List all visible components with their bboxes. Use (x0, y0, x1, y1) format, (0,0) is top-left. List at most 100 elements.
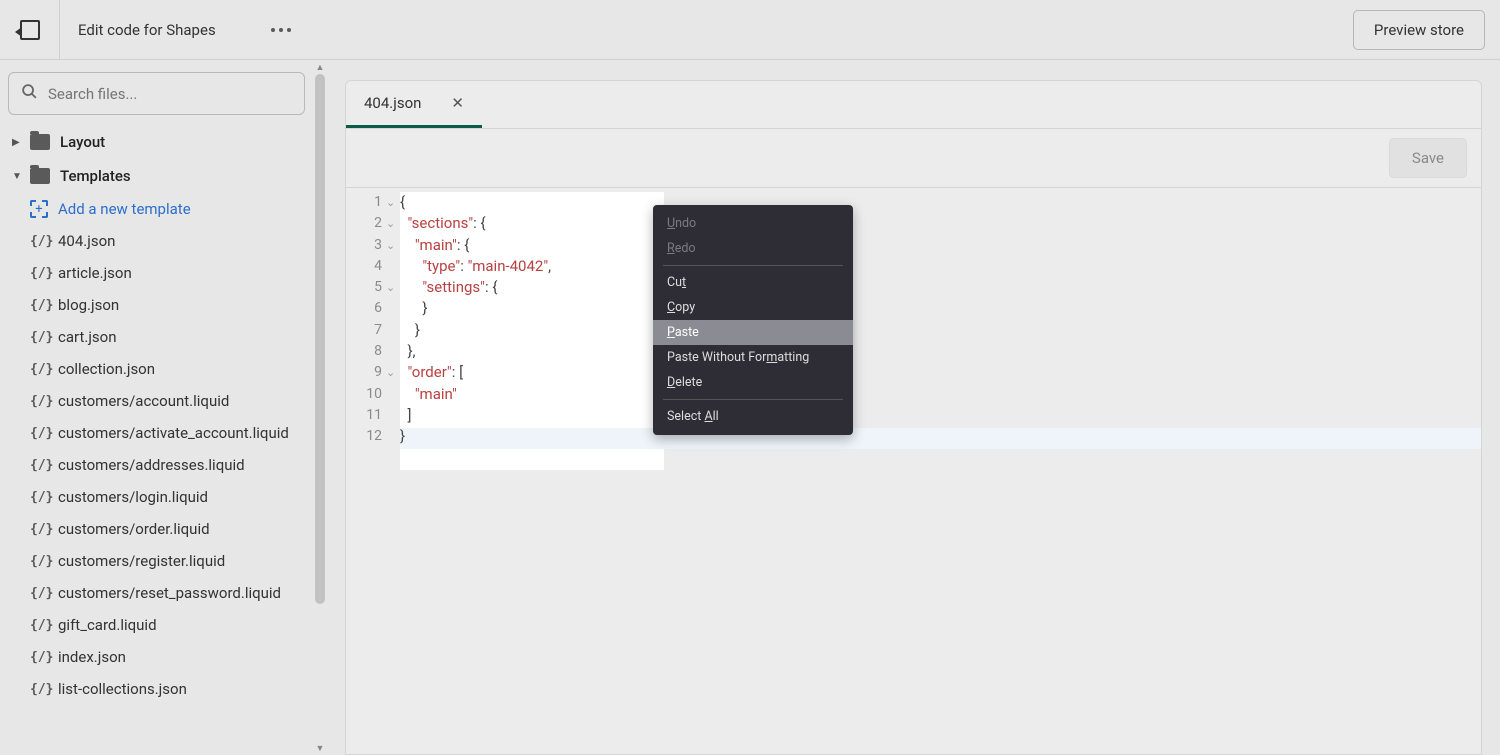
sidebar-scrollbar[interactable]: ▲ ▼ (313, 60, 327, 755)
exit-button[interactable] (0, 0, 60, 60)
tab-label: 404.json (364, 94, 421, 112)
menu-item-cut[interactable]: Cut (653, 270, 853, 295)
line-number: 1 (346, 192, 386, 213)
line-number: 3 (346, 235, 386, 256)
folder-templates[interactable]: ▼ Templates (8, 159, 313, 193)
file-tree-sidebar: ▶ Layout ▼ Templates + Add a new templat… (0, 60, 313, 755)
more-icon (271, 28, 275, 32)
add-template-icon: + (30, 200, 48, 218)
file-item[interactable]: {/}customers/activate_account.liquid (8, 417, 313, 449)
folder-layout[interactable]: ▶ Layout (8, 125, 313, 159)
code-line[interactable]: } (400, 320, 1481, 341)
close-icon[interactable]: ✕ (451, 94, 464, 112)
json-file-icon: {/} (30, 586, 48, 601)
file-label: article.json (58, 264, 132, 282)
file-label: customers/addresses.liquid (58, 456, 245, 474)
file-item[interactable]: {/} list-collections.json (8, 673, 313, 705)
menu-separator (663, 265, 843, 266)
file-item[interactable]: {/} article.json (8, 257, 313, 289)
fold-marker[interactable]: ⌄ (386, 277, 400, 298)
file-item[interactable]: {/} customers/register.liquid (8, 545, 313, 577)
add-new-template-link[interactable]: + Add a new template (8, 193, 313, 225)
code-editor[interactable]: 123456789101112 ⌄⌄⌄⌄⌄ { "sections": { "m… (345, 188, 1482, 755)
menu-item-copy[interactable]: Copy (653, 295, 853, 320)
fold-marker[interactable]: ⌄ (386, 235, 400, 256)
fold-marker (386, 256, 400, 277)
json-file-icon: {/} (30, 458, 48, 473)
line-number: 4 (346, 256, 386, 277)
folder-label: Templates (60, 167, 131, 185)
folder-label: Layout (60, 133, 105, 151)
more-actions-button[interactable] (271, 28, 291, 32)
file-label: list-collections.json (58, 680, 187, 698)
folder-icon (30, 168, 50, 184)
code-line[interactable]: "sections": { (400, 213, 1481, 234)
exit-icon (20, 20, 40, 40)
file-label: customers/order.liquid (58, 520, 210, 538)
file-item[interactable]: {/} customers/addresses.liquid (8, 449, 313, 481)
code-content[interactable]: { "sections": { "main": { "type": "main-… (400, 192, 1481, 448)
json-file-icon: {/} (30, 682, 48, 697)
file-item[interactable]: {/}index.json (8, 641, 313, 673)
json-file-icon: {/} (30, 362, 48, 377)
menu-item-selectall[interactable]: Select All (653, 404, 853, 429)
code-line[interactable]: "settings": { (400, 277, 1481, 298)
file-item[interactable]: {/} collection.json (8, 353, 313, 385)
file-item[interactable]: {/} customers/order.liquid (8, 513, 313, 545)
menu-item-pastewf[interactable]: Paste Without Formatting (653, 345, 853, 370)
json-file-icon: {/} (30, 330, 48, 345)
file-label: customers/activate_account.liquid (58, 424, 289, 442)
code-line[interactable]: "type": "main-4042", (400, 256, 1481, 277)
tab-404-json[interactable]: 404.json ✕ (346, 81, 482, 128)
fold-marker[interactable]: ⌄ (386, 192, 400, 213)
fold-marker (386, 298, 400, 319)
code-line[interactable]: "main": { (400, 235, 1481, 256)
scroll-down-arrow-icon[interactable]: ▼ (313, 741, 327, 755)
code-line[interactable]: }, (400, 341, 1481, 362)
menu-item-delete[interactable]: Delete (653, 370, 853, 395)
fold-marker[interactable]: ⌄ (386, 213, 400, 234)
editor-tabbar: 404.json ✕ (345, 80, 1482, 128)
menu-separator (663, 399, 843, 400)
file-label: collection.json (58, 360, 155, 378)
line-number: 10 (346, 384, 386, 405)
context-menu[interactable]: UndoRedoCutCopyPastePaste Without Format… (653, 205, 853, 435)
code-line[interactable]: "order": [ (400, 362, 1481, 383)
fold-marker (386, 341, 400, 362)
json-file-icon: {/} (30, 266, 48, 281)
code-line[interactable]: { (400, 192, 1481, 213)
fold-marker (386, 320, 400, 341)
code-line[interactable]: } (400, 298, 1481, 319)
line-number: 7 (346, 320, 386, 341)
fold-gutter: ⌄⌄⌄⌄⌄ (386, 188, 400, 754)
code-line[interactable]: ] (400, 405, 1481, 426)
file-label: gift_card.liquid (58, 616, 157, 634)
scroll-up-arrow-icon[interactable]: ▲ (313, 60, 327, 74)
file-item[interactable]: {/}customers/login.liquid (8, 481, 313, 513)
code-line[interactable]: } (400, 426, 1481, 447)
search-files-input-wrap[interactable] (8, 72, 305, 115)
file-item[interactable]: {/}cart.json (8, 321, 313, 353)
file-item[interactable]: {/}gift_card.liquid (8, 609, 313, 641)
search-icon (21, 83, 38, 104)
folder-icon (30, 134, 50, 150)
editor-toolbar: Save (345, 128, 1482, 188)
file-item[interactable]: {/}customers/reset_password.liquid (8, 577, 313, 609)
search-input[interactable] (48, 85, 292, 103)
page-title: Edit code for Shapes (78, 21, 216, 39)
file-label: customers/register.liquid (58, 552, 225, 570)
code-line[interactable]: "main" (400, 384, 1481, 405)
fold-marker[interactable]: ⌄ (386, 362, 400, 383)
file-label: blog.json (58, 296, 119, 314)
caret-right-icon: ▶ (12, 137, 24, 148)
scroll-thumb[interactable] (315, 74, 325, 604)
caret-down-icon: ▼ (12, 171, 24, 182)
file-item[interactable]: {/}customers/account.liquid (8, 385, 313, 417)
json-file-icon: {/} (30, 522, 48, 537)
json-file-icon: {/} (30, 554, 48, 569)
preview-store-button[interactable]: Preview store (1353, 10, 1485, 50)
menu-item-paste[interactable]: Paste (653, 320, 853, 345)
file-item[interactable]: {/}404.json (8, 225, 313, 257)
save-button[interactable]: Save (1389, 138, 1467, 178)
file-item[interactable]: {/}blog.json (8, 289, 313, 321)
